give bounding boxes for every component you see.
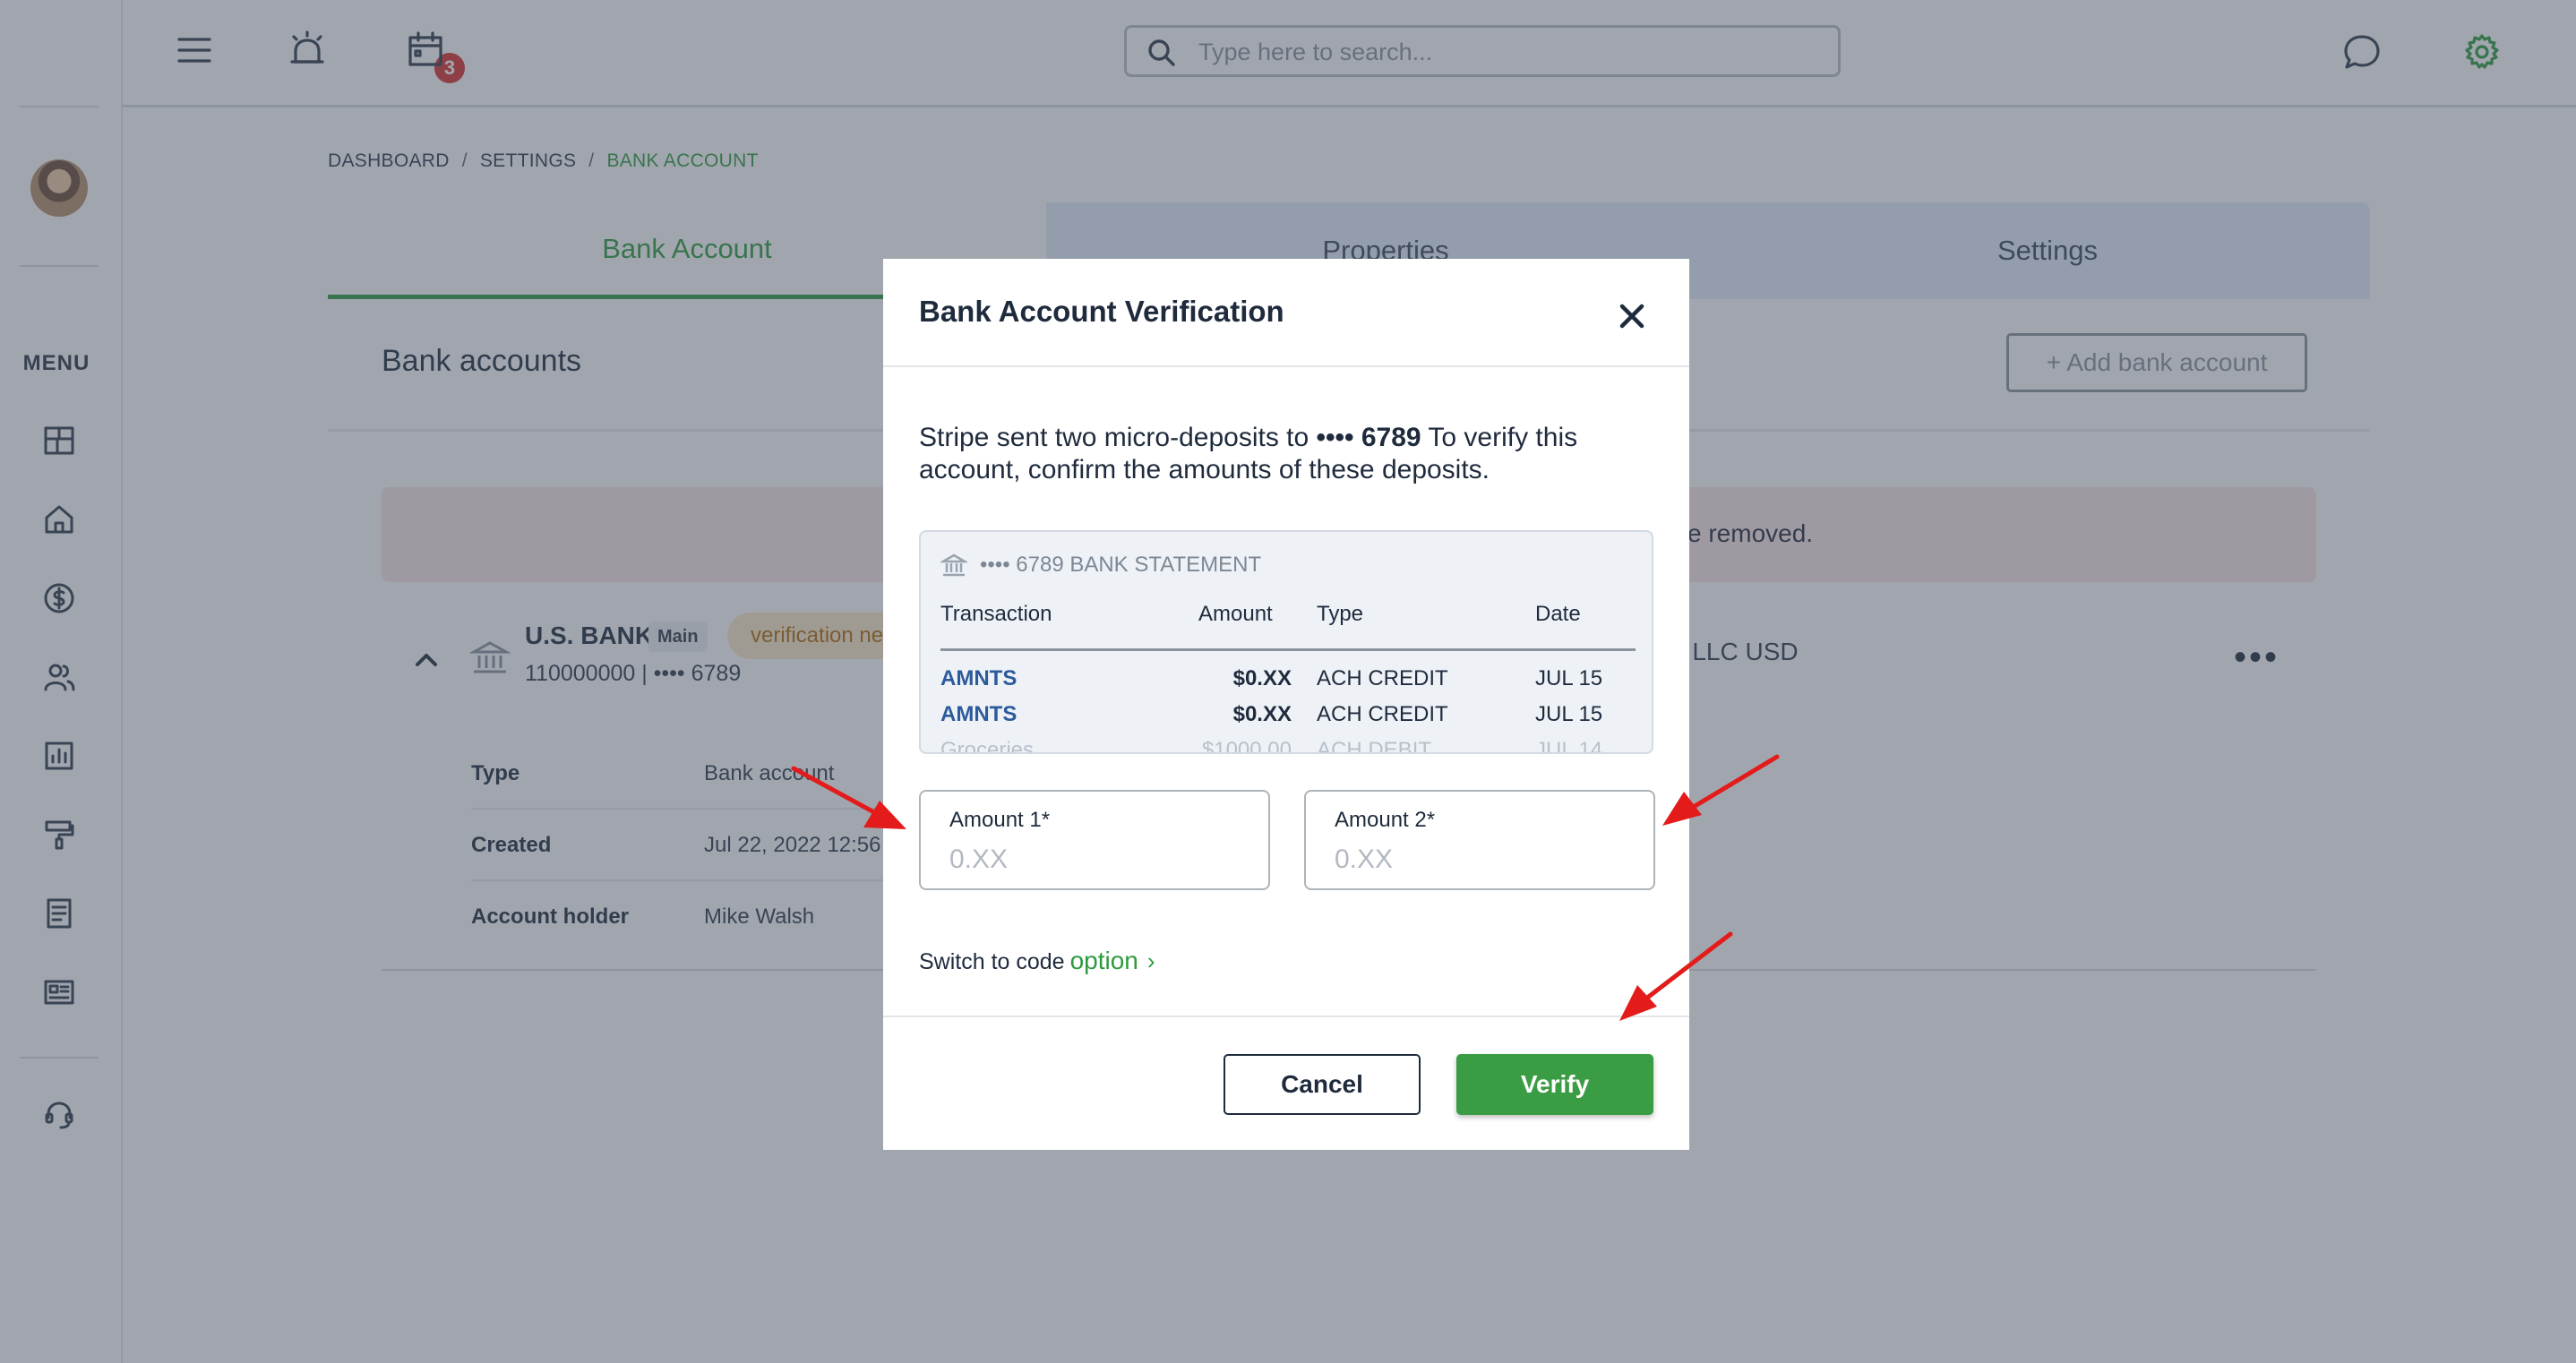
table-cell: $1000.00: [1201, 738, 1292, 754]
switch-text: Switch to code: [919, 949, 1065, 974]
amount-1-label: Amount 1*: [949, 808, 1051, 832]
bank-statement-preview: •••• 6789 BANK STATEMENT Transaction Amo…: [919, 530, 1653, 754]
switch-option-link[interactable]: option: [1070, 947, 1138, 974]
table-cell: JUL 15: [1535, 666, 1603, 690]
switch-to-code: Switch to code option ›: [919, 947, 1155, 975]
amount-1-input[interactable]: [949, 842, 1245, 878]
table-cell: JUL 14: [1535, 738, 1603, 754]
close-icon[interactable]: [1612, 296, 1652, 336]
column-header: Date: [1535, 602, 1581, 626]
amount-2-field[interactable]: Amount 2*: [1304, 790, 1655, 890]
table-cell: ACH CREDIT: [1317, 702, 1448, 726]
table-cell: Groceries: [940, 738, 1035, 754]
instructions-text: Stripe sent two micro-deposits to: [919, 423, 1317, 452]
modal-title: Bank Account Verification: [919, 295, 1284, 328]
table-cell: $0.XX: [1232, 702, 1292, 726]
column-header: Amount: [1198, 602, 1273, 626]
cancel-button[interactable]: Cancel: [1224, 1054, 1421, 1115]
table-cell: $0.XX: [1232, 666, 1292, 690]
verify-button[interactable]: Verify: [1456, 1054, 1653, 1115]
table-header-line: [940, 648, 1636, 651]
table-cell: ACH DEBIT: [1317, 738, 1432, 754]
chevron-right-icon[interactable]: ›: [1147, 947, 1155, 974]
table-cell: AMNTS: [940, 702, 1018, 726]
statement-heading: •••• 6789 BANK STATEMENT: [940, 552, 1261, 579]
modal-divider: [883, 1016, 1689, 1017]
amount-2-input[interactable]: [1335, 842, 1630, 878]
modal-instructions: Stripe sent two micro-deposits to •••• 6…: [919, 422, 1653, 486]
bank-icon: [940, 553, 967, 577]
table-cell: AMNTS: [940, 666, 1018, 690]
table-cell: ACH CREDIT: [1317, 666, 1448, 690]
amount-1-field[interactable]: Amount 1*: [919, 790, 1270, 890]
column-header: Type: [1317, 602, 1364, 626]
statement-heading-text: •••• 6789 BANK STATEMENT: [980, 553, 1262, 577]
table-cell: JUL 15: [1535, 702, 1603, 726]
amount-2-label: Amount 2*: [1335, 808, 1436, 832]
modal-divider: [883, 365, 1689, 367]
account-mask: •••• 6789: [1316, 423, 1421, 452]
verification-modal: Bank Account Verification Stripe sent tw…: [883, 259, 1689, 1150]
column-header: Transaction: [940, 602, 1052, 626]
